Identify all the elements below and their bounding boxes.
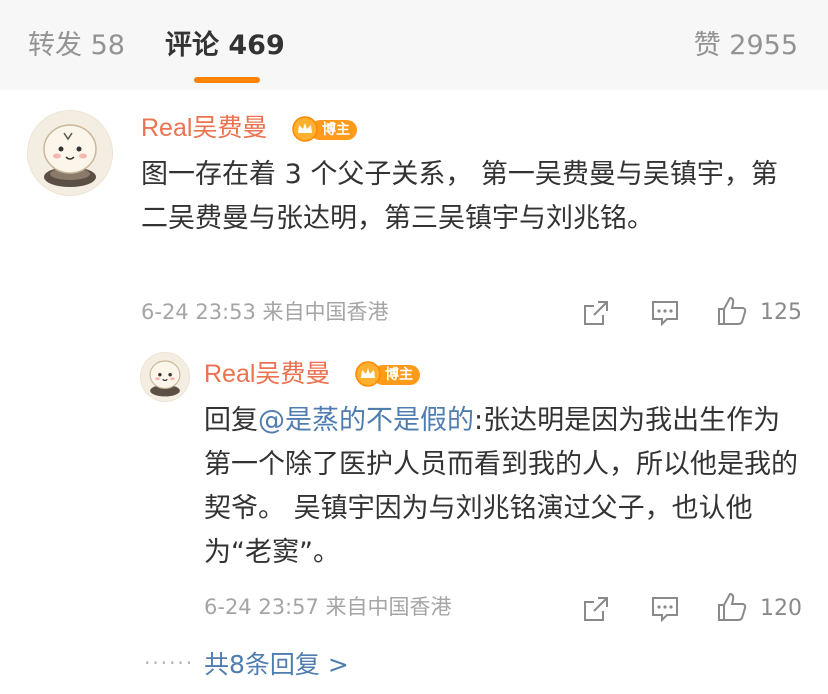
comment-icon	[652, 597, 678, 623]
crown-icon	[355, 361, 381, 387]
reply-username[interactable]: Real吴费曼	[204, 358, 330, 390]
comment-meta: 6-24 23:53 来自中国香港	[141, 300, 389, 324]
tab-repost[interactable]: 转发 58	[28, 28, 125, 64]
active-tab-indicator	[194, 77, 260, 83]
comment-icon	[652, 301, 678, 327]
like-icon	[718, 592, 747, 621]
reply-text: 回复@是蒸的不是假的:张达明是因为我出生作为第一个除了医护人员而看到我的人，所以…	[204, 399, 804, 575]
like-icon	[718, 296, 747, 325]
more-dots-icon: ······	[144, 651, 195, 675]
share-button[interactable]	[581, 298, 611, 328]
tab-likes[interactable]: 赞 2955	[694, 28, 798, 64]
mention-link[interactable]: @是蒸的不是假的	[258, 405, 474, 436]
like-count: 125	[760, 300, 802, 325]
reply-like-button[interactable]	[715, 590, 749, 624]
reply-prefix: 回复	[204, 405, 258, 436]
view-more-replies-link[interactable]: 共8条回复 >	[204, 648, 349, 682]
avatar[interactable]	[27, 110, 113, 196]
reply-avatar[interactable]	[140, 352, 190, 402]
comment-button[interactable]	[650, 298, 680, 328]
reply-share-button[interactable]	[581, 594, 611, 624]
reply-like-count: 120	[760, 596, 802, 621]
share-icon	[584, 301, 608, 325]
comment-text: 图一存在着 3 个父子关系， 第一吴费曼与吴镇宇，第二吴费曼与张达明，第三吴镇宇…	[141, 159, 778, 234]
crown-icon	[292, 116, 318, 142]
reply-meta: 6-24 23:57 来自中国香港	[204, 595, 452, 619]
reply-comment-button[interactable]	[650, 594, 680, 624]
like-button[interactable]	[715, 294, 749, 328]
share-icon	[584, 597, 608, 621]
tab-comments[interactable]: 评论 469	[165, 28, 285, 64]
tab-bar: 转发 58 评论 469 赞 2955	[0, 0, 828, 90]
username[interactable]: Real吴费曼	[141, 112, 267, 144]
